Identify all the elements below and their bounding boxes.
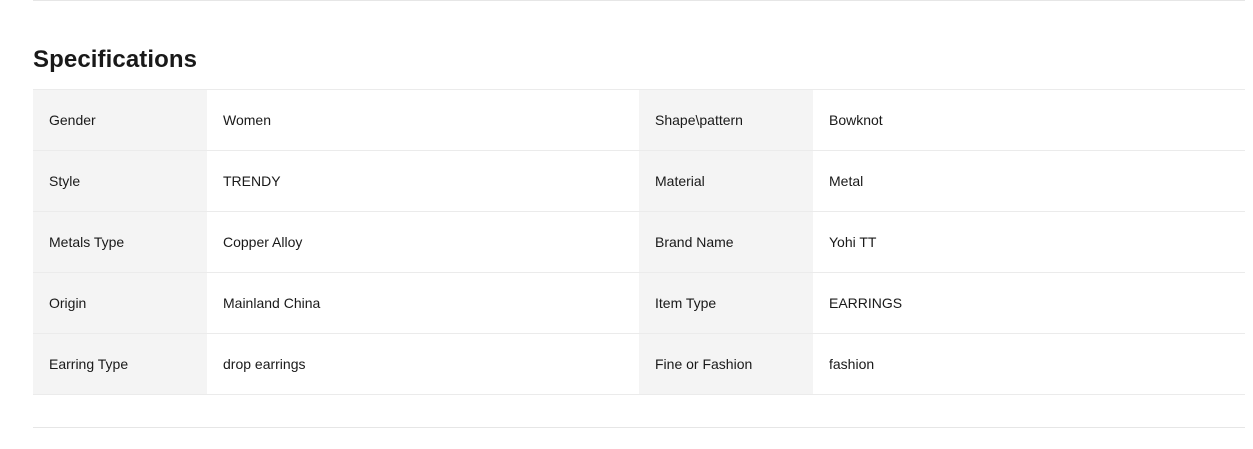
table-row: Earring Type drop earrings Fine or Fashi… [33, 334, 1245, 395]
table-row: Gender Women Shape\pattern Bowknot [33, 90, 1245, 151]
top-divider [33, 0, 1245, 1]
spec-key: Origin [33, 273, 207, 333]
spec-value: drop earrings [223, 356, 306, 372]
section-title: Specifications [33, 46, 198, 73]
spec-key: Shape\pattern [639, 90, 813, 150]
spec-key: Brand Name [639, 212, 813, 272]
spec-value: Yohi TT [829, 234, 877, 250]
spec-key: Metals Type [33, 212, 207, 272]
spec-value: Bowknot [829, 112, 883, 128]
table-row: Metals Type Copper Alloy Brand Name Yohi… [33, 212, 1245, 273]
spec-key: Item Type [639, 273, 813, 333]
spec-value: Mainland China [223, 295, 321, 311]
spec-value: fashion [829, 356, 875, 372]
spec-key: Earring Type [33, 334, 207, 394]
bottom-divider [33, 427, 1245, 428]
spec-value: Women [223, 112, 271, 128]
spec-key: Fine or Fashion [639, 334, 813, 394]
table-row: Origin Mainland China Item Type EARRINGS [33, 273, 1245, 334]
specifications-table: Gender Women Shape\pattern Bowknot Style… [33, 89, 1245, 395]
spec-value: EARRINGS [829, 295, 903, 311]
spec-value: TRENDY [223, 173, 281, 189]
spec-key: Gender [33, 90, 207, 150]
spec-value: Metal [829, 173, 864, 189]
spec-key: Material [639, 151, 813, 211]
table-row: Style TRENDY Material Metal [33, 151, 1245, 212]
spec-value: Copper Alloy [223, 234, 303, 250]
spec-key: Style [33, 151, 207, 211]
